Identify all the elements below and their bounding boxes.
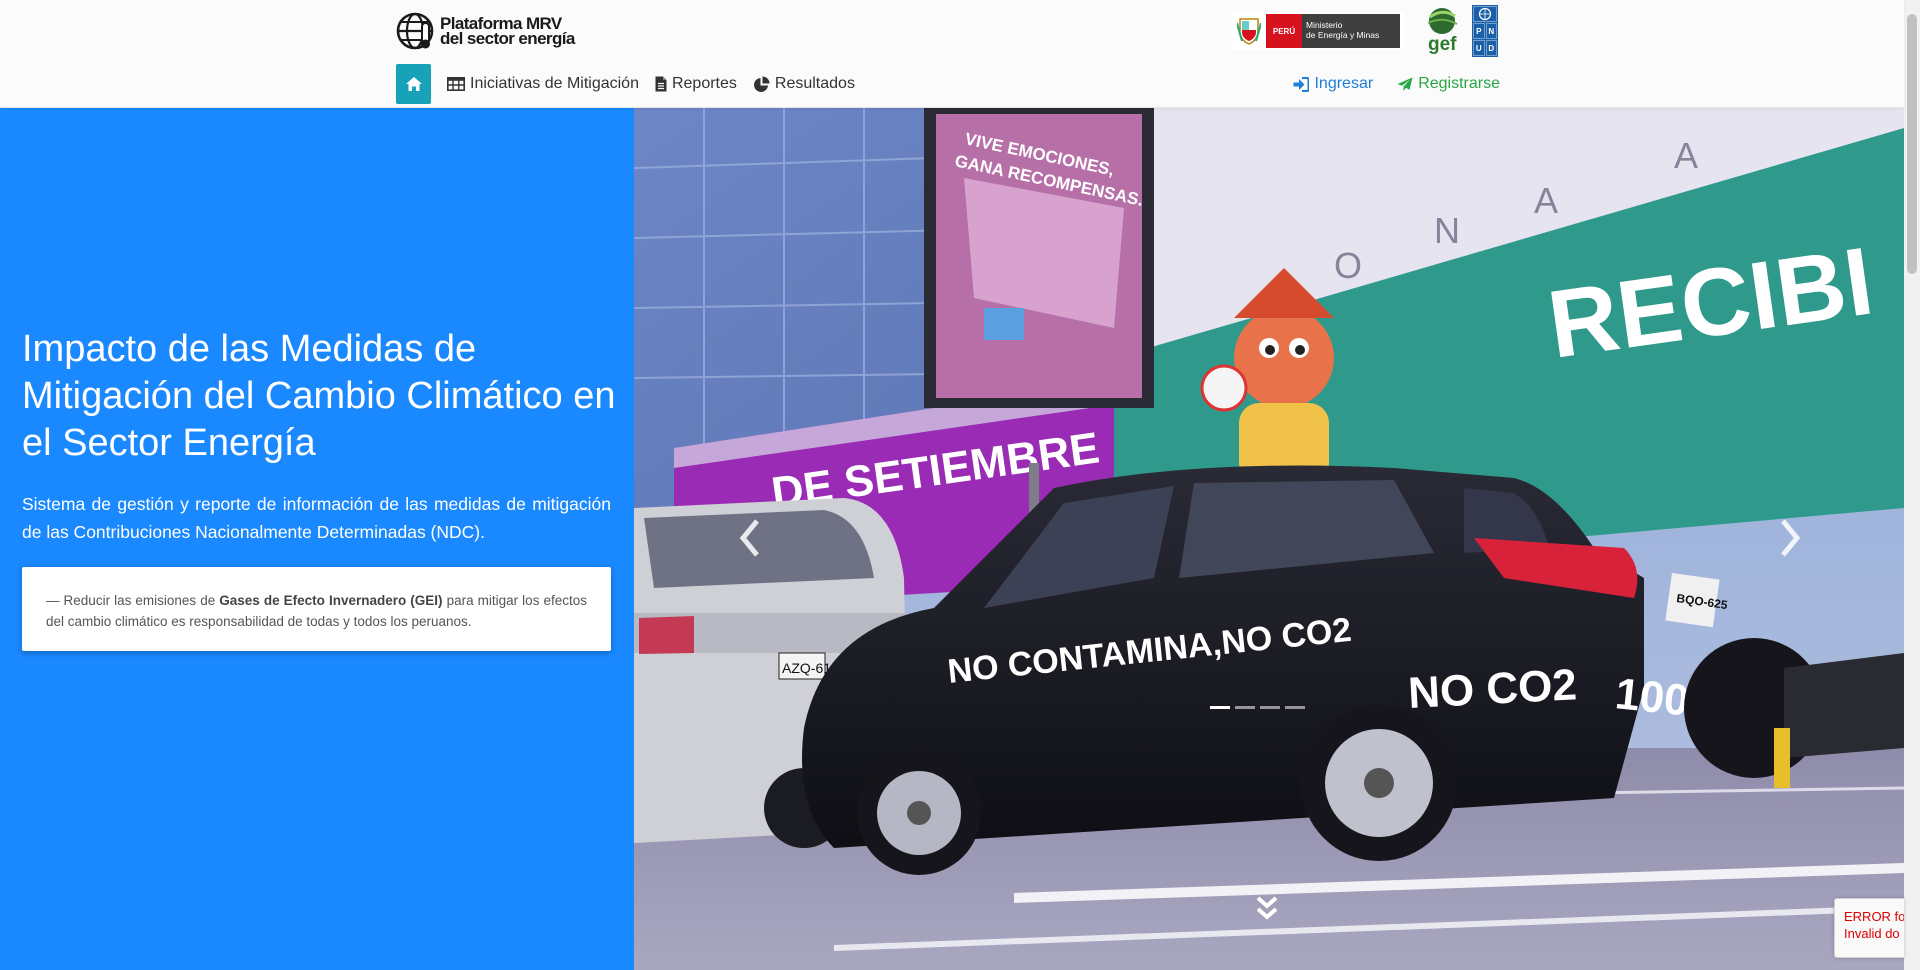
top-header: Plataforma MRV del sector energía PERÚ M… xyxy=(0,0,1904,108)
scroll-down-button[interactable] xyxy=(1252,892,1282,928)
brand-logo[interactable]: Plataforma MRV del sector energía xyxy=(396,11,586,51)
minem-logo: PERÚ Ministerio de Energía y Minas xyxy=(1232,12,1404,50)
nav-reportes[interactable]: Reportes xyxy=(655,75,737,93)
quote-card: — Reducir las emisiones de Gases de Efec… xyxy=(22,567,611,651)
table-icon xyxy=(447,77,465,91)
carousel-indicator[interactable] xyxy=(1285,706,1305,709)
minem-line1: Ministerio xyxy=(1306,20,1343,30)
quote-bold: Gases de Efecto Invernadero (GEI) xyxy=(219,593,443,608)
auth-links: Ingresar Registrarse xyxy=(1269,64,1500,104)
pie-chart-icon xyxy=(753,76,770,92)
recaptcha-error-line2: Invalid do xyxy=(1844,926,1900,941)
undp-letter: N xyxy=(1485,23,1497,39)
hero-subtitle: Sistema de gestión y reporte de informac… xyxy=(22,494,611,542)
carousel-prev-button[interactable] xyxy=(730,508,770,568)
login-link[interactable]: Ingresar xyxy=(1293,75,1373,93)
main-nav: Iniciativas de Mitigación Reportes Resul… xyxy=(396,64,855,104)
nav-resultados-label: Resultados xyxy=(774,75,855,92)
gef-logo: gef xyxy=(1422,6,1462,56)
sign-in-icon xyxy=(1293,76,1310,92)
hero-panel: Impacto de las Medidas de Mitigación del… xyxy=(0,108,634,970)
svg-text:A: A xyxy=(1674,135,1698,176)
home-icon xyxy=(405,77,422,91)
svg-text:O: O xyxy=(1334,245,1362,286)
recaptcha-error-line1: ERROR fo xyxy=(1844,909,1904,924)
un-emblem-icon xyxy=(1473,6,1497,22)
undp-letter: U xyxy=(1473,40,1485,56)
undp-logo: P N U D xyxy=(1472,5,1498,57)
chevron-right-icon xyxy=(1781,519,1801,557)
nav-iniciativas[interactable]: Iniciativas de Mitigación xyxy=(447,75,639,93)
svg-text:N: N xyxy=(1434,210,1460,251)
nav-reportes-label: Reportes xyxy=(671,75,737,92)
quote-prefix: — Reducir las emisiones de xyxy=(46,593,220,608)
carousel-indicators xyxy=(1210,706,1310,709)
register-link[interactable]: Registrarse xyxy=(1397,75,1500,93)
minem-country: PERÚ xyxy=(1266,14,1302,48)
minem-line2: de Energía y Minas xyxy=(1306,30,1380,40)
hero-title: Impacto de las Medidas de Mitigación del… xyxy=(22,328,616,464)
undp-letter: D xyxy=(1485,40,1497,56)
chevron-left-icon xyxy=(739,519,759,557)
gef-label: gef xyxy=(1428,34,1457,55)
globe-thermometer-icon xyxy=(396,12,434,50)
carousel-indicator[interactable] xyxy=(1210,706,1230,709)
image-carousel: DE SETIEMBRE ONAA RECIBI VIVE EMOCIONES,… xyxy=(634,108,1904,970)
scrollbar-thumb[interactable] xyxy=(1907,14,1917,274)
home-button[interactable] xyxy=(396,64,431,104)
nav-iniciativas-label: Iniciativas de Mitigación xyxy=(470,75,639,92)
register-label: Registrarse xyxy=(1418,75,1500,92)
nav-resultados[interactable]: Resultados xyxy=(753,75,855,93)
minem-name: Ministerio de Energía y Minas xyxy=(1302,14,1400,48)
partner-logos: PERÚ Ministerio de Energía y Minas gef P… xyxy=(1232,5,1498,57)
double-chevron-down-icon xyxy=(1256,896,1278,920)
recaptcha-error-badge[interactable]: ERROR fo Invalid do xyxy=(1834,898,1904,958)
brand-name: Plataforma MRV del sector energía xyxy=(440,15,575,48)
brand-line2: del sector energía xyxy=(440,29,575,48)
carousel-slide-image: DE SETIEMBRE ONAA RECIBI VIVE EMOCIONES,… xyxy=(634,108,1904,970)
login-label: Ingresar xyxy=(1314,75,1374,92)
carousel-indicator[interactable] xyxy=(1260,706,1280,709)
svg-text:A: A xyxy=(1534,180,1558,221)
page-scrollbar[interactable] xyxy=(1904,0,1920,970)
undp-letter: P xyxy=(1473,23,1485,39)
paper-plane-icon xyxy=(1397,77,1413,91)
file-icon xyxy=(655,76,667,92)
car-text-no-co2: NO CO2 xyxy=(1407,660,1578,718)
carousel-next-button[interactable] xyxy=(1770,508,1810,568)
peru-shield-icon xyxy=(1232,12,1266,50)
carousel-indicator[interactable] xyxy=(1235,706,1255,709)
